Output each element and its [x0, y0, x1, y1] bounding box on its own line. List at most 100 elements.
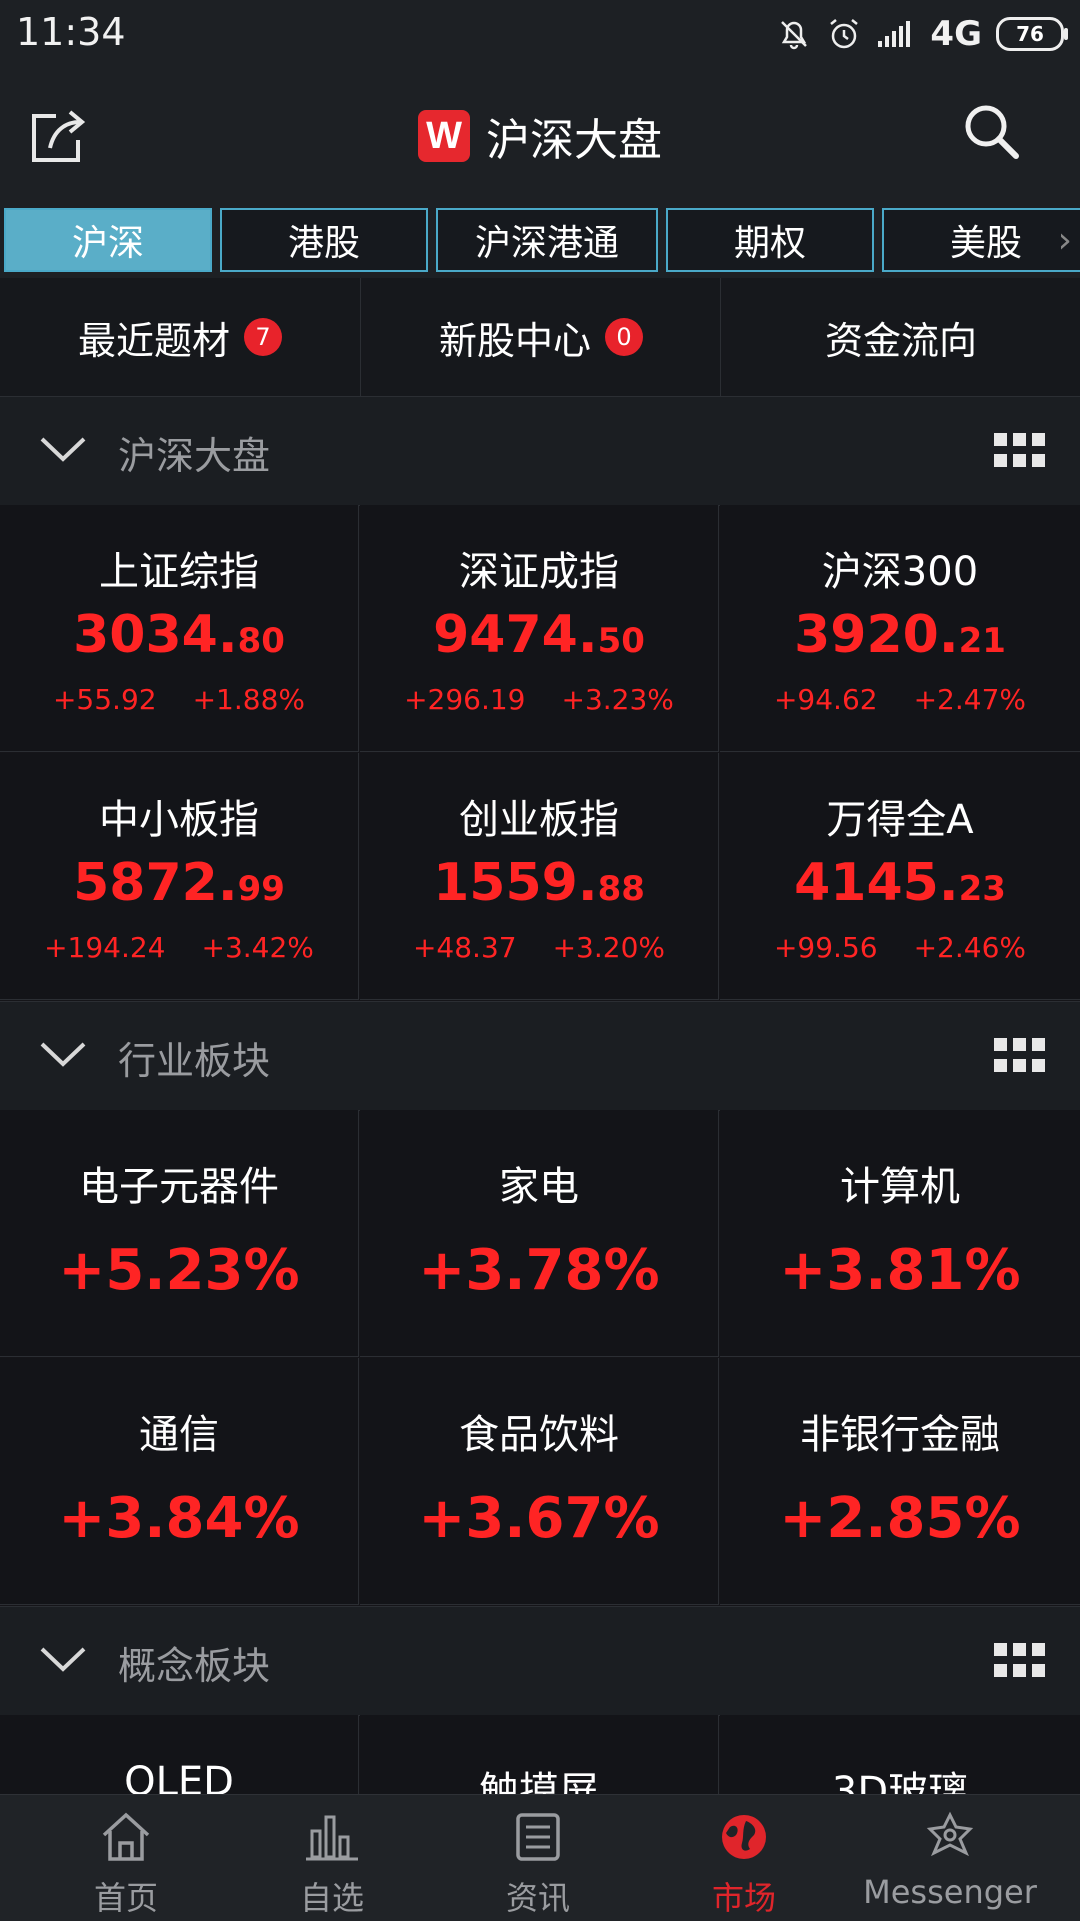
- nav-messenger-label: Messenger: [863, 1873, 1037, 1911]
- nav-market-label: 市场: [711, 1879, 776, 1917]
- index-change: +194.24 +3.42%: [44, 931, 314, 964]
- index-card[interactable]: 上证综指 3034.80 +55.92 +1.88%: [0, 505, 359, 752]
- industry-card[interactable]: 通信 +3.84%: [0, 1358, 359, 1605]
- wind-logo: W: [418, 110, 470, 162]
- news-icon: [516, 1813, 560, 1861]
- index-value: 4145.23: [794, 853, 1006, 913]
- concept-name: OLED: [124, 1759, 234, 1794]
- concept-card[interactable]: 触摸屏: [360, 1715, 719, 1794]
- index-card[interactable]: 创业板指 1559.88 +48.37 +3.20%: [360, 753, 719, 1000]
- tab-us-stocks[interactable]: 美股: [882, 208, 1080, 272]
- index-value: 9474.50: [433, 605, 645, 665]
- battery-icon: 76: [996, 17, 1068, 51]
- market-tabs: 沪深 港股 沪深港通 期权 美股 ›: [0, 202, 1080, 278]
- industry-name: 通信: [139, 1412, 219, 1458]
- industry-card[interactable]: 非银行金融 +2.85%: [720, 1358, 1080, 1605]
- mute-bell-icon: [781, 21, 808, 50]
- tab-stock-connect[interactable]: 沪深港通: [436, 208, 658, 272]
- fund-flow-link[interactable]: 资金流向: [720, 278, 1080, 396]
- industry-change: +3.84%: [58, 1486, 300, 1551]
- section-header-industry[interactable]: 行业板块: [0, 1001, 1080, 1111]
- industry-change: +2.85%: [779, 1486, 1021, 1551]
- section-title: 概念板块: [118, 1644, 271, 1688]
- nav-home[interactable]: 首页: [18, 1795, 234, 1921]
- nav-market[interactable]: 市场: [636, 1795, 852, 1921]
- concept-name: 3D玻璃: [831, 1769, 969, 1794]
- industry-card[interactable]: 食品饮料 +3.67%: [360, 1358, 719, 1605]
- index-value: 5872.99: [73, 853, 285, 913]
- recent-topics-label: 最近题材: [77, 318, 230, 363]
- industry-card[interactable]: 电子元器件 +5.23%: [0, 1110, 359, 1357]
- section-title: 行业板块: [118, 1039, 271, 1083]
- recent-topics-link[interactable]: 最近题材 7: [0, 278, 360, 396]
- page-title: W 沪深大盘: [0, 104, 1080, 168]
- tab-hushen[interactable]: 沪深: [4, 208, 212, 272]
- index-change: +296.19 +3.23%: [404, 683, 674, 716]
- network-type: 4G: [930, 14, 982, 54]
- index-name: 沪深300: [821, 549, 979, 595]
- index-value: 1559.88: [433, 853, 645, 913]
- index-value: 3920.21: [794, 605, 1006, 665]
- messenger-icon: [926, 1811, 974, 1857]
- industry-change: +3.81%: [779, 1238, 1021, 1303]
- index-change: +99.56 +2.46%: [773, 931, 1027, 964]
- index-name: 万得全A: [826, 797, 974, 843]
- industry-change: +3.78%: [418, 1238, 660, 1303]
- industry-grid: 电子元器件 +5.23% 家电 +3.78% 计算机 +3.81% 通信 +3.…: [0, 1110, 1080, 1606]
- index-change: +94.62 +2.47%: [773, 683, 1027, 716]
- index-change: +55.92 +1.88%: [52, 683, 306, 716]
- industry-card[interactable]: 计算机 +3.81%: [720, 1110, 1080, 1357]
- chevron-right-icon[interactable]: ›: [1058, 220, 1072, 261]
- section-header-concept[interactable]: 概念板块: [0, 1606, 1080, 1716]
- concept-card[interactable]: 3D玻璃: [720, 1715, 1080, 1794]
- nav-watchlist-label: 自选: [299, 1879, 364, 1917]
- nav-watchlist[interactable]: 自选: [224, 1795, 440, 1921]
- chevron-down-icon[interactable]: [38, 1639, 88, 1679]
- index-card[interactable]: 沪深300 3920.21 +94.62 +2.47%: [720, 505, 1080, 752]
- concept-card[interactable]: OLED: [0, 1715, 359, 1794]
- chevron-down-icon[interactable]: [38, 1034, 88, 1074]
- tab-options[interactable]: 期权: [666, 208, 874, 272]
- bottom-nav: 首页 自选 资讯 市场 Messenger: [0, 1794, 1080, 1921]
- industry-card[interactable]: 家电 +3.78%: [360, 1110, 719, 1357]
- ipo-center-label: 新股中心: [438, 318, 591, 363]
- search-icon[interactable]: [960, 100, 1024, 164]
- recent-topics-badge: 7: [244, 318, 282, 356]
- industry-change: +5.23%: [58, 1238, 300, 1303]
- index-name: 中小板指: [99, 797, 259, 843]
- grid-view-icon[interactable]: [994, 1038, 1046, 1074]
- industry-name: 食品饮料: [459, 1412, 619, 1458]
- nav-news[interactable]: 资讯: [430, 1795, 646, 1921]
- grid-view-icon[interactable]: [994, 433, 1046, 469]
- status-time: 11:34: [16, 10, 126, 54]
- index-card[interactable]: 万得全A 4145.23 +99.56 +2.46%: [720, 753, 1080, 1000]
- index-card[interactable]: 中小板指 5872.99 +194.24 +3.42%: [0, 753, 359, 1000]
- industry-name: 计算机: [840, 1164, 960, 1210]
- nav-messenger[interactable]: Messenger: [842, 1795, 1058, 1921]
- industry-name: 非银行金融: [800, 1412, 1000, 1458]
- section-title: 沪深大盘: [118, 434, 271, 478]
- industry-name: 电子元器件: [79, 1164, 279, 1210]
- index-change: +48.37 +3.20%: [412, 931, 666, 964]
- globe-icon: [722, 1815, 766, 1859]
- index-value: 3034.80: [73, 605, 285, 665]
- home-icon: [102, 1812, 150, 1861]
- quick-links: 最近题材 7 新股中心 0 资金流向: [0, 278, 1080, 397]
- index-name: 深证成指: [459, 549, 619, 595]
- signal-icon: [878, 21, 911, 47]
- index-card[interactable]: 深证成指 9474.50 +296.19 +3.23%: [360, 505, 719, 752]
- nav-home-label: 首页: [93, 1879, 158, 1917]
- index-name: 上证综指: [99, 549, 259, 595]
- bar-chart-icon: [306, 1815, 358, 1861]
- grid-view-icon[interactable]: [994, 1643, 1046, 1679]
- industry-name: 家电: [499, 1164, 579, 1210]
- concept-name: 触摸屏: [479, 1769, 599, 1794]
- section-header-market[interactable]: 沪深大盘: [0, 396, 1080, 506]
- status-bar: 11:34 4G 76: [0, 0, 1080, 66]
- ipo-center-link[interactable]: 新股中心 0: [360, 278, 721, 396]
- chevron-down-icon[interactable]: [38, 429, 88, 469]
- concept-grid: OLED 触摸屏 3D玻璃: [0, 1715, 1080, 1794]
- tab-hk-stocks[interactable]: 港股: [220, 208, 428, 272]
- ipo-center-badge: 0: [605, 318, 643, 356]
- title-bar: W 沪深大盘: [0, 66, 1080, 202]
